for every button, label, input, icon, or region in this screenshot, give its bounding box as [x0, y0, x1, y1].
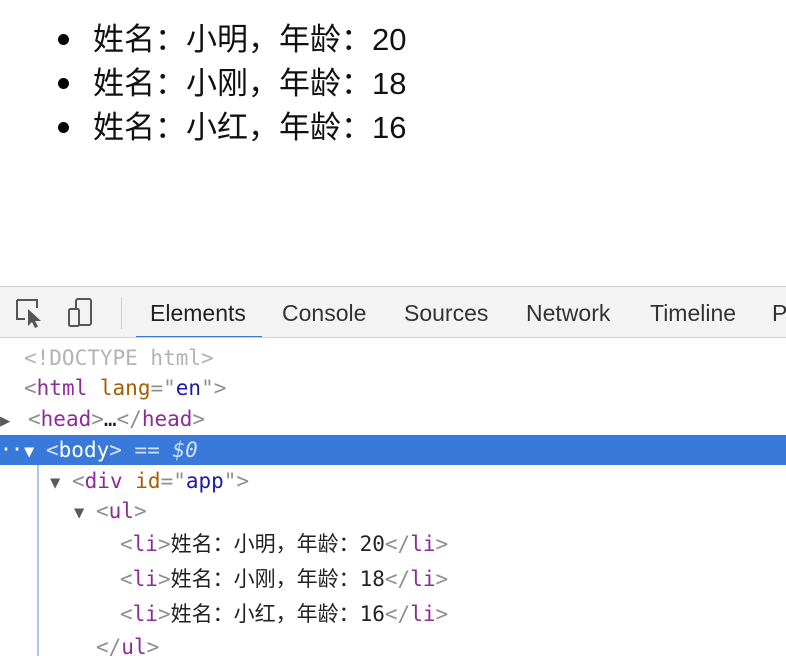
rendered-page: 姓名：小明，年龄：20 姓名：小刚，年龄：18 姓名：小红，年龄：16: [0, 0, 786, 286]
tab-network[interactable]: Network: [526, 287, 610, 337]
tree-line-li[interactable]: <li>姓名：小明，年龄：20</li>: [0, 529, 786, 559]
collapse-arrow-icon[interactable]: ▼: [74, 498, 96, 528]
tree-line-li[interactable]: <li>姓名：小刚，年龄：18</li>: [0, 564, 786, 594]
person-list: 姓名：小明，年龄：20 姓名：小刚，年龄：18 姓名：小红，年龄：16: [56, 18, 406, 150]
device-toggle-icon[interactable]: [64, 297, 98, 329]
more-dots-icon[interactable]: ···: [0, 435, 34, 463]
tree-line-ul-close[interactable]: </ul>: [0, 632, 786, 656]
list-item: 姓名：小红，年龄：16: [56, 106, 406, 150]
devtools-toolbar: Elements Console Sources Network Timelin…: [0, 286, 786, 338]
tree-line-body-selected[interactable]: ··· ▼ <body> == $0: [0, 435, 786, 465]
tab-console[interactable]: Console: [282, 287, 366, 337]
devtools-panel: Elements Console Sources Network Timelin…: [0, 286, 786, 656]
elements-tree: <!DOCTYPE html> <html lang="en"> ▶ <head>…: [0, 338, 786, 656]
tree-line-doctype[interactable]: <!DOCTYPE html>: [0, 343, 786, 373]
tab-sources[interactable]: Sources: [404, 287, 488, 337]
tab-overflow[interactable]: P: [772, 287, 786, 337]
bullet-icon: [58, 34, 69, 45]
tab-timeline[interactable]: Timeline: [650, 287, 736, 337]
tab-elements[interactable]: Elements: [136, 287, 262, 337]
list-item: 姓名：小明，年龄：20: [56, 18, 406, 62]
bullet-icon: [58, 122, 69, 133]
toolbar-divider: [121, 297, 122, 329]
list-item: 姓名：小刚，年龄：18: [56, 62, 406, 106]
tree-line-ul[interactable]: ▼ <ul>: [0, 496, 786, 526]
tree-line-html[interactable]: <html lang="en">: [0, 373, 786, 403]
inspect-element-icon[interactable]: [14, 297, 48, 329]
tree-line-li[interactable]: <li>姓名：小红，年龄：16</li>: [0, 599, 786, 629]
tree-line-div[interactable]: ▼ <div id="app">: [0, 466, 786, 496]
bullet-icon: [58, 78, 69, 89]
collapse-arrow-icon[interactable]: ▼: [50, 468, 72, 498]
tree-line-head[interactable]: ▶ <head>…</head>: [0, 404, 786, 434]
expand-arrow-icon[interactable]: ▶: [0, 406, 28, 436]
